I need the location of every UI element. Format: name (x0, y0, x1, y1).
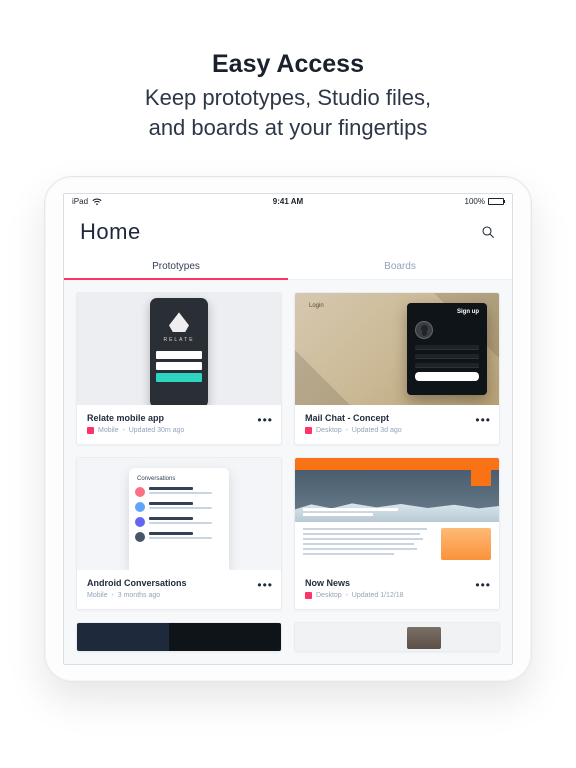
battery-percent: 100% (465, 197, 485, 206)
page-title: Home (80, 219, 141, 245)
card-title: Relate mobile app (87, 413, 271, 423)
prototype-card[interactable]: ••• Now News Desktop • Updated 1/12/18 (294, 457, 500, 610)
card-title: Mail Chat - Concept (305, 413, 489, 423)
relate-logo-icon (169, 312, 189, 332)
status-bar: iPad 9:41 AM 100% (64, 194, 512, 209)
card-meta-line: Desktop • Updated 1/12/18 (305, 592, 489, 599)
tab-bar: Prototypes Boards (64, 253, 512, 280)
prototype-card[interactable]: Login Sign up ••• Mail Chat - Concept De… (294, 292, 500, 445)
login-label: Login (309, 303, 324, 309)
avatar-icon (415, 321, 433, 339)
news-headline (303, 508, 398, 516)
prototype-card[interactable]: RELATE ••• Relate mobile app Mobile • Up… (76, 292, 282, 445)
platform-badge-icon (305, 592, 312, 599)
relate-brand: RELATE (163, 337, 194, 343)
platform-badge-icon (87, 427, 94, 434)
tab-prototypes-label: Prototypes (152, 261, 200, 272)
more-icon[interactable]: ••• (257, 413, 273, 427)
card-title: Android Conversations (87, 578, 271, 588)
card-thumbnail (295, 458, 499, 570)
prototype-card[interactable] (294, 622, 500, 652)
battery-icon (488, 198, 504, 205)
card-meta-line: Mobile • 3 months ago (87, 592, 271, 599)
hero-title: Easy Access (40, 50, 536, 79)
wifi-icon (92, 198, 102, 206)
card-thumbnail: Conversations (77, 458, 281, 570)
ipad-device-frame: iPad 9:41 AM 100% Home Prototypes (44, 176, 532, 682)
hero-subtitle-line1: Keep prototypes, Studio files, (40, 83, 536, 113)
more-icon[interactable]: ••• (475, 578, 491, 592)
device-label: iPad (72, 197, 88, 206)
tab-boards-label: Boards (384, 261, 416, 272)
marketing-hero: Easy Access Keep prototypes, Studio file… (0, 0, 576, 166)
search-icon[interactable] (480, 224, 496, 240)
tab-prototypes[interactable]: Prototypes (64, 253, 288, 279)
app-header: Home (64, 209, 512, 253)
ipad-screen: iPad 9:41 AM 100% Home Prototypes (63, 193, 513, 665)
card-meta-line: Mobile • Updated 30m ago (87, 427, 271, 434)
card-thumbnail: RELATE (77, 293, 281, 405)
more-icon[interactable]: ••• (475, 413, 491, 427)
status-time: 9:41 AM (216, 197, 360, 206)
card-title: Now News (305, 578, 489, 588)
conversations-heading: Conversations (137, 476, 223, 482)
prototype-card[interactable]: Conversations ••• Android Conversations … (76, 457, 282, 610)
prototype-grid: RELATE ••• Relate mobile app Mobile • Up… (64, 280, 512, 664)
platform-badge-icon (305, 427, 312, 434)
signup-label: Sign up (415, 309, 479, 315)
card-meta-line: Desktop • Updated 3d ago (305, 427, 489, 434)
more-icon[interactable]: ••• (257, 578, 273, 592)
card-thumbnail (295, 623, 499, 651)
prototype-card[interactable] (76, 622, 282, 652)
tab-boards[interactable]: Boards (288, 253, 512, 279)
card-thumbnail: Login Sign up (295, 293, 499, 405)
hero-subtitle-line2: and boards at your fingertips (40, 113, 536, 143)
card-thumbnail (77, 623, 281, 651)
